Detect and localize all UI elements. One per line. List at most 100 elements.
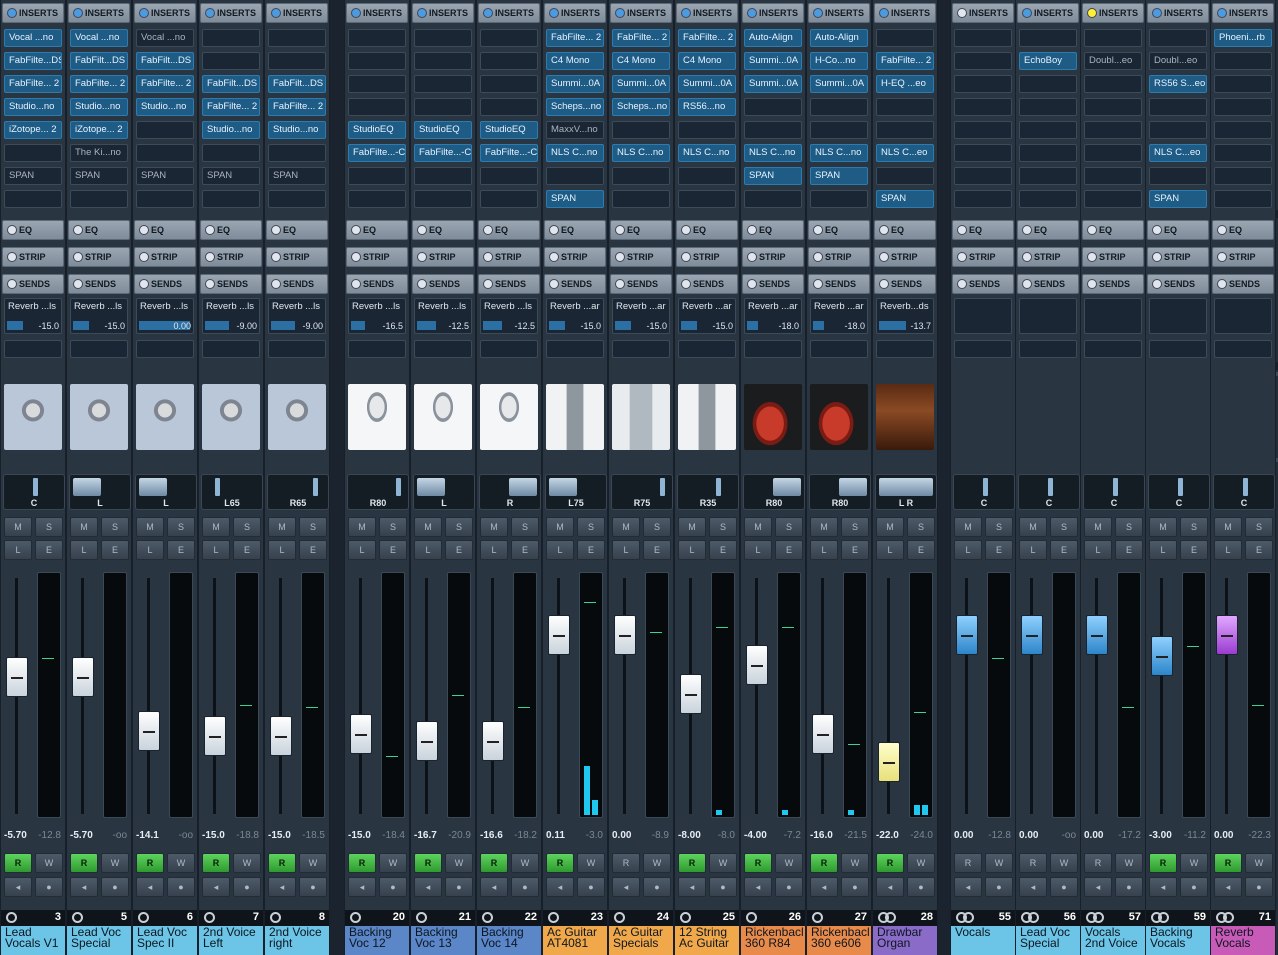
pan-indicator[interactable] [716,478,721,496]
peak-readout[interactable]: -12.8 [38,830,61,841]
insert-slot[interactable]: iZotope... 2 [70,121,128,139]
peak-readout[interactable]: -18.5 [302,830,325,841]
link-icon[interactable] [6,912,17,923]
send-slot-empty[interactable] [1084,340,1142,358]
mute-button[interactable]: M [876,517,904,537]
insert-slot[interactable] [546,167,604,185]
sends-header[interactable]: SENDS [742,274,804,294]
insert-slot[interactable] [1214,190,1272,208]
insert-slot[interactable]: StudioEQ [480,121,538,139]
power-led[interactable] [351,279,361,289]
power-led[interactable] [351,225,361,235]
peak-readout[interactable]: -18.2 [514,830,537,841]
record-enable-button[interactable]: ● [299,877,327,897]
mute-button[interactable]: M [70,517,98,537]
mute-button[interactable]: M [744,517,772,537]
send-slot[interactable] [1149,298,1207,334]
insert-slot[interactable]: C4 Mono [546,52,604,70]
strip-header[interactable]: STRIP [1147,247,1209,267]
insert-slot[interactable] [414,29,472,47]
power-led[interactable] [1152,252,1162,262]
sends-header[interactable]: SENDS [952,274,1014,294]
insert-slot[interactable]: FabFilte...-C [414,144,472,162]
insert-slot[interactable]: Studio...no [268,121,326,139]
peak-readout[interactable]: -oo [179,830,193,841]
strip-header[interactable]: STRIP [1212,247,1274,267]
channel-name[interactable]: Backing Voc 13 [411,926,475,955]
power-led[interactable] [351,8,361,18]
insert-slot[interactable]: Auto-Align [744,29,802,47]
send-slot-empty[interactable] [546,340,604,358]
sends-header[interactable]: SENDS [1147,274,1209,294]
inserts-header[interactable]: INSERTS [1147,3,1209,23]
power-led[interactable] [957,279,967,289]
monitor-button[interactable]: ◂ [414,877,442,897]
insert-slot[interactable] [480,29,538,47]
volume-fader[interactable] [482,720,504,761]
mute-button[interactable]: M [810,517,838,537]
insert-slot[interactable] [202,190,260,208]
record-enable-button[interactable]: ● [1115,877,1143,897]
mute-button[interactable]: M [678,517,706,537]
power-led[interactable] [549,225,559,235]
insert-slot[interactable] [1019,167,1077,185]
channel-name[interactable]: 2nd Voice Left [199,926,263,955]
volume-readout[interactable]: -16.7 [414,830,437,841]
mute-button[interactable]: M [414,517,442,537]
record-enable-button[interactable]: ● [1245,877,1273,897]
send-slot-empty[interactable] [612,340,670,358]
monitor-button[interactable]: ◂ [1019,877,1047,897]
read-automation-button[interactable]: R [876,853,904,873]
insert-slot[interactable]: SPAN [876,190,934,208]
insert-slot[interactable]: NLS C...no [810,144,868,162]
send-slot[interactable]: Reverb...ds -13.7 [876,298,934,334]
send-slot[interactable]: Reverb ...ls -12.5 [480,298,538,334]
pan-indicator[interactable] [1178,478,1183,496]
eq-header[interactable]: EQ [676,220,738,240]
strip-header[interactable]: STRIP [742,247,804,267]
send-slot-empty[interactable] [876,340,934,358]
insert-slot[interactable] [70,190,128,208]
power-led[interactable] [1217,8,1227,18]
peak-readout[interactable]: -8.0 [718,830,735,841]
write-automation-button[interactable]: W [511,853,539,873]
power-led[interactable] [271,252,281,262]
insert-slot[interactable] [678,121,736,139]
pan-control[interactable]: C [953,474,1015,510]
power-led[interactable] [681,225,691,235]
inserts-header[interactable]: INSERTS [134,3,196,23]
link-icon[interactable] [680,912,691,923]
monitor-button[interactable]: ◂ [136,877,164,897]
insert-slot[interactable]: FabFilte... 2 [268,98,326,116]
insert-slot[interactable] [1084,190,1142,208]
listen-button[interactable]: L [612,540,640,560]
read-automation-button[interactable]: R [202,853,230,873]
read-automation-button[interactable]: R [1149,853,1177,873]
pan-control[interactable]: L R [875,474,937,510]
volume-readout[interactable]: -8.00 [678,830,701,841]
insert-slot[interactable]: C4 Mono [678,52,736,70]
record-enable-button[interactable]: ● [445,877,473,897]
listen-button[interactable]: L [70,540,98,560]
edit-button[interactable]: E [1050,540,1078,560]
sends-header[interactable]: SENDS [676,274,738,294]
send-level-bar[interactable] [813,321,824,330]
power-led[interactable] [747,279,757,289]
power-led[interactable] [73,252,83,262]
link-icon-2[interactable] [1028,912,1039,923]
power-led[interactable] [73,279,83,289]
send-slot-empty[interactable] [810,340,868,358]
insert-slot[interactable]: SPAN [546,190,604,208]
insert-slot[interactable] [1214,52,1272,70]
write-automation-button[interactable]: W [709,853,737,873]
channel-name[interactable]: Lead Voc Special [67,926,131,955]
sends-header[interactable]: SENDS [2,274,64,294]
link-icon[interactable] [482,912,493,923]
solo-button[interactable]: S [1050,517,1078,537]
volume-readout[interactable]: -16.6 [480,830,503,841]
pan-control[interactable]: L [135,474,197,510]
solo-button[interactable]: S [35,517,63,537]
sends-header[interactable]: SENDS [200,274,262,294]
monitor-button[interactable]: ◂ [954,877,982,897]
listen-button[interactable]: L [744,540,772,560]
